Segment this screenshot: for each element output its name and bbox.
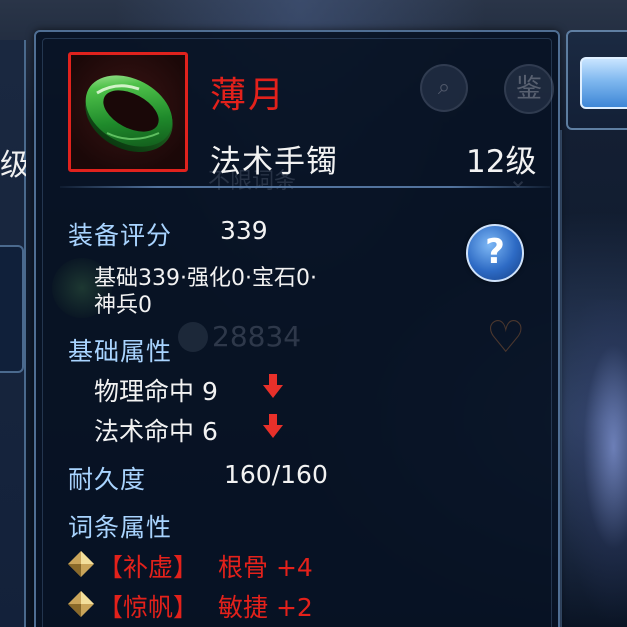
jade-bracelet-icon <box>85 75 173 152</box>
heart-icon: ♡ <box>486 312 526 363</box>
item-type: 法术手镯 <box>210 144 338 180</box>
affix-row-1-tag: 【补虚】 <box>98 553 199 582</box>
right-background-tab[interactable] <box>580 57 627 109</box>
affix-row-1-text: 根骨 +4 <box>218 553 313 582</box>
item-level: 12级 <box>466 144 537 180</box>
item-name: 薄月 <box>210 75 287 116</box>
coin-icon <box>178 322 208 352</box>
score-label: 装备评分 <box>68 221 173 250</box>
item-icon-frame <box>68 52 188 172</box>
base-attr-label: 基础属性 <box>68 337 173 366</box>
question-icon: ? <box>485 232 505 272</box>
down-arrow-icon <box>263 374 283 398</box>
durability-value: 160/160 <box>224 460 328 489</box>
background-price: 28834 <box>212 320 302 353</box>
attr-row-magic-hit: 法术命中 6 <box>94 417 218 446</box>
score-breakdown-line2: 神兵0 <box>94 293 152 318</box>
score-value: 339 <box>220 216 268 245</box>
appraise-icon: 鉴 <box>504 64 554 114</box>
affix-row-2-text: 敏捷 +2 <box>218 593 313 622</box>
affix-label: 词条属性 <box>68 513 173 542</box>
score-breakdown-line1: 基础339·强化0·宝石0· <box>94 266 317 291</box>
down-arrow-icon <box>263 414 283 438</box>
search-icon: ⌕ <box>420 64 468 112</box>
attr-row-physical-hit: 物理命中 9 <box>94 377 218 406</box>
divider <box>60 186 550 188</box>
left-tab-text: 级 <box>0 148 26 183</box>
gold-diamond-icon <box>68 551 94 577</box>
durability-label: 耐久度 <box>68 465 147 494</box>
gold-diamond-icon <box>68 591 94 617</box>
help-button[interactable]: ? <box>466 224 524 282</box>
left-background-box <box>0 245 24 373</box>
right-background-glow <box>560 300 627 627</box>
affix-row-2-tag: 【惊帆】 <box>98 593 199 622</box>
